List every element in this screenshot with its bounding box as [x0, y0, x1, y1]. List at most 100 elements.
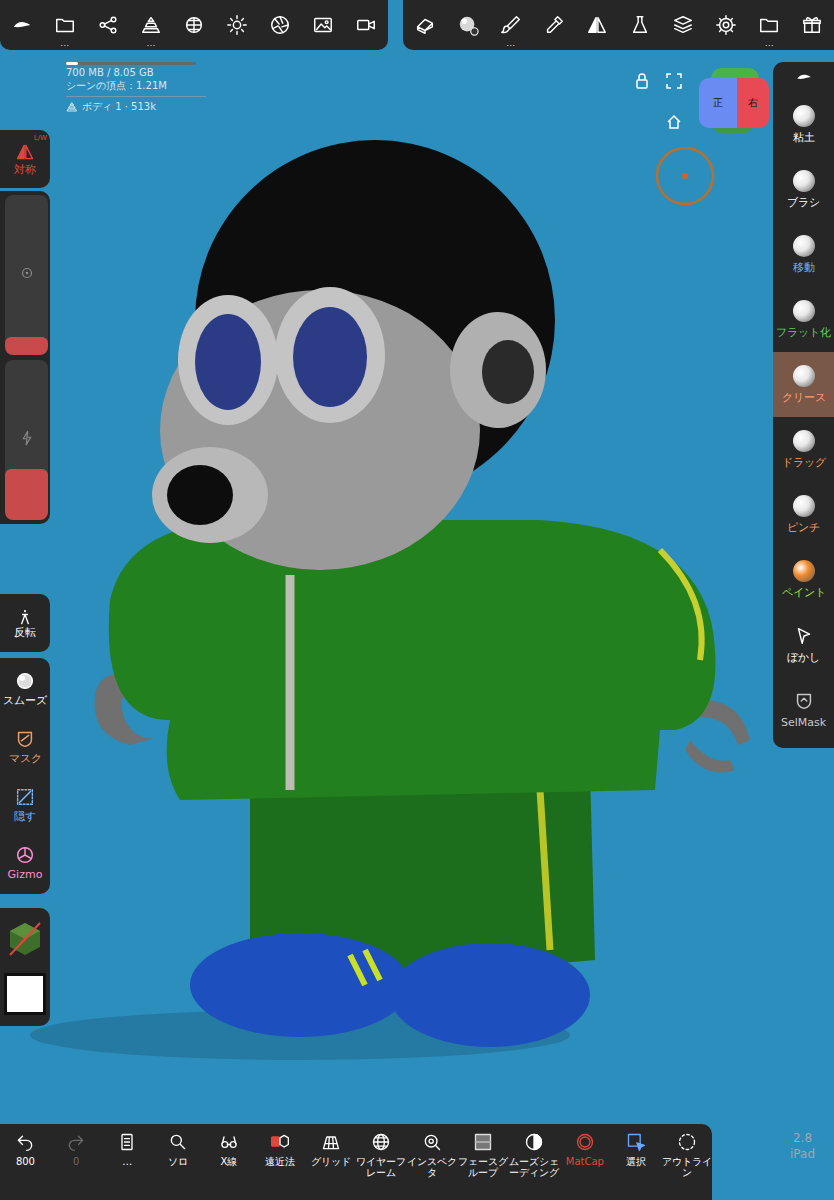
- cube-label: 正: [713, 96, 723, 110]
- wireframe-icon: [371, 1132, 391, 1152]
- bottom-toolbar-label: 800: [16, 1156, 35, 1167]
- view-cube[interactable]: 正右: [699, 70, 769, 134]
- toolbar-button[interactable]: [618, 0, 661, 50]
- layers-icon[interactable]: [672, 14, 694, 36]
- symmetry-icon[interactable]: [586, 14, 608, 36]
- stack-icon[interactable]: [140, 14, 162, 36]
- tool-button[interactable]: クリース: [773, 352, 834, 417]
- flask-icon[interactable]: [629, 14, 651, 36]
- sculpt-gear-icon[interactable]: [457, 14, 479, 36]
- sphere-icon: [793, 365, 815, 387]
- bottom-toolbar-button[interactable]: 選択: [610, 1124, 661, 1200]
- tool-button[interactable]: ぼかし: [773, 612, 834, 677]
- eraser-box-icon[interactable]: [414, 14, 436, 36]
- tool-button[interactable]: 粘土: [773, 92, 834, 157]
- video-icon[interactable]: [355, 14, 377, 36]
- bottom-toolbar-button[interactable]: 0: [51, 1124, 102, 1200]
- gear-icon[interactable]: [715, 14, 737, 36]
- bottom-toolbar-button[interactable]: ムーズシェーディング: [509, 1124, 560, 1200]
- toolbar-button[interactable]: [791, 0, 834, 50]
- sun-icon[interactable]: [226, 14, 248, 36]
- toolbar-button[interactable]: [532, 0, 575, 50]
- toolbar-button[interactable]: [403, 0, 446, 50]
- bottom-toolbar-button[interactable]: フェースグループ: [458, 1124, 509, 1200]
- bottom-toolbar-button[interactable]: グリッド: [305, 1124, 356, 1200]
- bottom-toolbar-button[interactable]: …: [102, 1124, 153, 1200]
- toolbar-button[interactable]: …: [489, 0, 532, 50]
- tool-button[interactable]: 移動: [773, 222, 834, 287]
- toolbar-button[interactable]: [575, 0, 618, 50]
- bottom-toolbar-label: フェースグループ: [458, 1156, 509, 1178]
- toolbar-button[interactable]: …: [129, 0, 172, 50]
- bottom-toolbar-button[interactable]: ワイヤーフレーム: [356, 1124, 407, 1200]
- toolbar-button[interactable]: [0, 0, 43, 50]
- nomad-logo-icon[interactable]: [11, 14, 33, 36]
- toolbar-button[interactable]: [705, 0, 748, 50]
- aperture-icon[interactable]: [269, 14, 291, 36]
- image-icon[interactable]: [312, 14, 334, 36]
- panel-header[interactable]: [773, 62, 834, 92]
- bottom-toolbar-button[interactable]: MatCap: [559, 1124, 610, 1200]
- toolbar-button[interactable]: …: [43, 0, 86, 50]
- invert-button[interactable]: 反転: [0, 594, 50, 652]
- toolbar-button[interactable]: [302, 0, 345, 50]
- left-tool-button[interactable]: マスク: [0, 718, 50, 776]
- toolbar-button[interactable]: [216, 0, 259, 50]
- lock-icon[interactable]: [633, 72, 651, 90]
- home-icon[interactable]: [665, 113, 683, 131]
- toolbar-button[interactable]: [259, 0, 302, 50]
- slider-icon-wrap: [18, 264, 36, 286]
- bottom-toolbar-button[interactable]: 800: [0, 1124, 51, 1200]
- tool-panel: 粘土ブラシ移動フラット化クリースドラッグピンチペイントぼかしSelMask: [773, 62, 834, 748]
- bottom-toolbar-label: MatCap: [566, 1156, 604, 1167]
- toolbar-button[interactable]: [662, 0, 705, 50]
- bottom-toolbar-button[interactable]: アウトライン: [661, 1124, 712, 1200]
- material-cube-icon[interactable]: [5, 919, 45, 959]
- toolbar-button[interactable]: [345, 0, 388, 50]
- intensity-slider[interactable]: [5, 360, 48, 520]
- tool-label: クリース: [782, 392, 826, 404]
- mesh-sphere-icon[interactable]: [183, 14, 205, 36]
- tool-button[interactable]: ペイント: [773, 547, 834, 612]
- folder-icon[interactable]: [54, 14, 76, 36]
- pivot-circle-icon[interactable]: [654, 145, 716, 207]
- gift-icon[interactable]: [801, 14, 823, 36]
- more-indicator: …: [765, 39, 774, 48]
- share-nodes-icon[interactable]: [97, 14, 119, 36]
- toolbar-button[interactable]: [172, 0, 215, 50]
- shading-icon: [524, 1132, 544, 1152]
- bottom-toolbar-button[interactable]: インスペクタ: [407, 1124, 458, 1200]
- bottom-toolbar-label: 遠近法: [265, 1156, 295, 1167]
- radius-slider[interactable]: [5, 195, 48, 355]
- mesh-row[interactable]: ボディ 1 · 513k: [66, 101, 206, 114]
- left-tool-button[interactable]: スムーズ: [0, 660, 50, 718]
- bottom-toolbar-button[interactable]: 遠近法: [254, 1124, 305, 1200]
- left-tool-button[interactable]: 隠す: [0, 776, 50, 834]
- scene-folder-icon[interactable]: [758, 14, 780, 36]
- tool-button[interactable]: フラット化: [773, 287, 834, 352]
- sculpt-viewport[interactable]: [0, 0, 834, 1200]
- dropper-icon[interactable]: [543, 14, 565, 36]
- toolbar-button[interactable]: [446, 0, 489, 50]
- bottom-toolbar-label: グリッド: [311, 1156, 351, 1167]
- tool-button[interactable]: ピンチ: [773, 482, 834, 547]
- tool-icon: [793, 625, 815, 647]
- slider-fill: [5, 469, 48, 520]
- fullscreen-icon[interactable]: [665, 72, 683, 90]
- sphere-icon: [793, 560, 815, 582]
- symmetry-button[interactable]: L/W対称: [0, 130, 50, 188]
- toolbar-button[interactable]: [86, 0, 129, 50]
- left-tool-label: Gizmo: [8, 869, 43, 881]
- brush-icon[interactable]: [500, 14, 522, 36]
- tool-button[interactable]: ブラシ: [773, 157, 834, 222]
- version-info: 2.8iPad: [790, 1131, 815, 1162]
- symmetry-icon: [15, 142, 35, 162]
- tool-button[interactable]: ドラッグ: [773, 417, 834, 482]
- toolbar-button[interactable]: …: [748, 0, 791, 50]
- left-tool-button[interactable]: Gizmo: [0, 834, 50, 892]
- scene-info: 700 MB / 8.05 GBシーンの頂点：1.21Mボディ 1 · 513k: [66, 62, 206, 114]
- paint-color-swatch[interactable]: [4, 973, 46, 1015]
- bottom-toolbar-button[interactable]: ソロ: [153, 1124, 204, 1200]
- bottom-toolbar-button[interactable]: X線: [203, 1124, 254, 1200]
- tool-button[interactable]: SelMask: [773, 677, 834, 742]
